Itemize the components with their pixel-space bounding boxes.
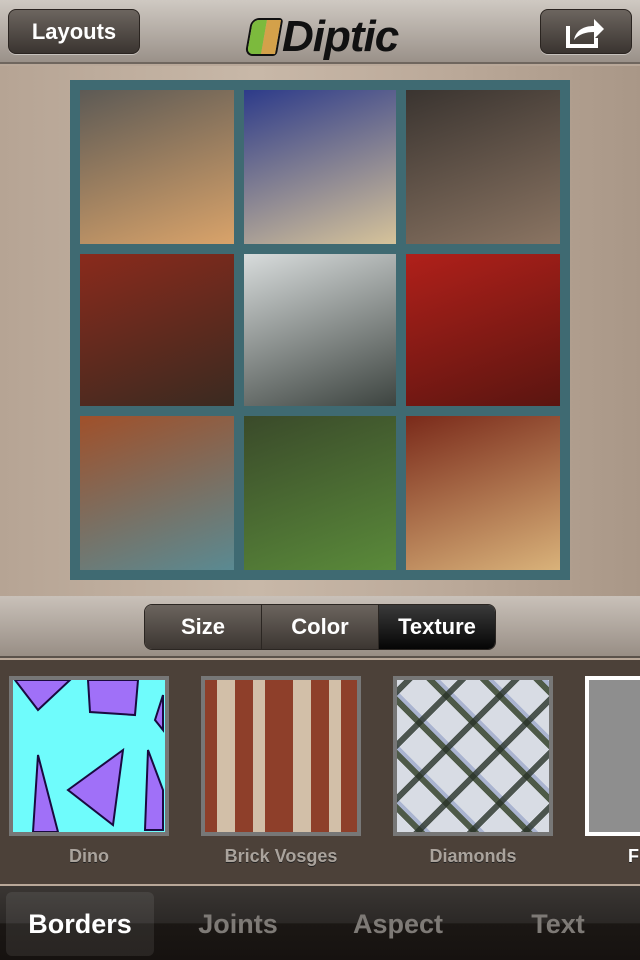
- collage-photo[interactable]: [406, 254, 560, 406]
- share-button[interactable]: [540, 9, 632, 54]
- texture-diamonds[interactable]: [393, 676, 553, 836]
- texture-label: Diamonds: [429, 846, 517, 866]
- logo-text: Diptic: [282, 12, 399, 61]
- top-bar: Layouts Diptic: [0, 0, 640, 64]
- texture-dino[interactable]: [9, 676, 169, 836]
- diptic-logo: Diptic: [244, 12, 399, 62]
- texture-label: Dino: [69, 846, 109, 866]
- tab-aspect[interactable]: Aspect: [320, 892, 476, 956]
- dino-pattern: [12, 679, 164, 833]
- logo-mark: [244, 18, 284, 56]
- segment-color[interactable]: Color: [262, 605, 379, 649]
- collage-photo[interactable]: [406, 90, 560, 244]
- tab-text[interactable]: Text: [480, 892, 636, 956]
- tab-joints[interactable]: Joints: [160, 892, 316, 956]
- bottom-tab-bar: Borders Joints Aspect Text: [0, 886, 640, 960]
- segment-bar: Size Color Texture: [0, 596, 640, 658]
- segment-texture[interactable]: Texture: [379, 605, 495, 649]
- texture-label: F: [628, 846, 639, 866]
- tab-borders[interactable]: Borders: [6, 892, 154, 956]
- collage-photo[interactable]: [244, 90, 396, 244]
- layouts-button[interactable]: Layouts: [8, 9, 140, 54]
- segment-size[interactable]: Size: [145, 605, 262, 649]
- collage-frame: [70, 80, 570, 580]
- texture-brick-vosges[interactable]: [201, 676, 361, 836]
- collage-photo[interactable]: [244, 416, 396, 570]
- collage-photo[interactable]: [80, 254, 234, 406]
- texture-selected[interactable]: [585, 676, 640, 836]
- collage-photo[interactable]: [244, 254, 396, 406]
- collage-photo[interactable]: [406, 416, 560, 570]
- texture-strip[interactable]: Dino Brick Vosges Diamonds F: [0, 660, 640, 884]
- collage-photo[interactable]: [80, 90, 234, 244]
- collage-photo[interactable]: [80, 416, 234, 570]
- segmented-control: Size Color Texture: [144, 604, 496, 650]
- texture-label: Brick Vosges: [224, 846, 338, 866]
- share-icon: [566, 18, 604, 48]
